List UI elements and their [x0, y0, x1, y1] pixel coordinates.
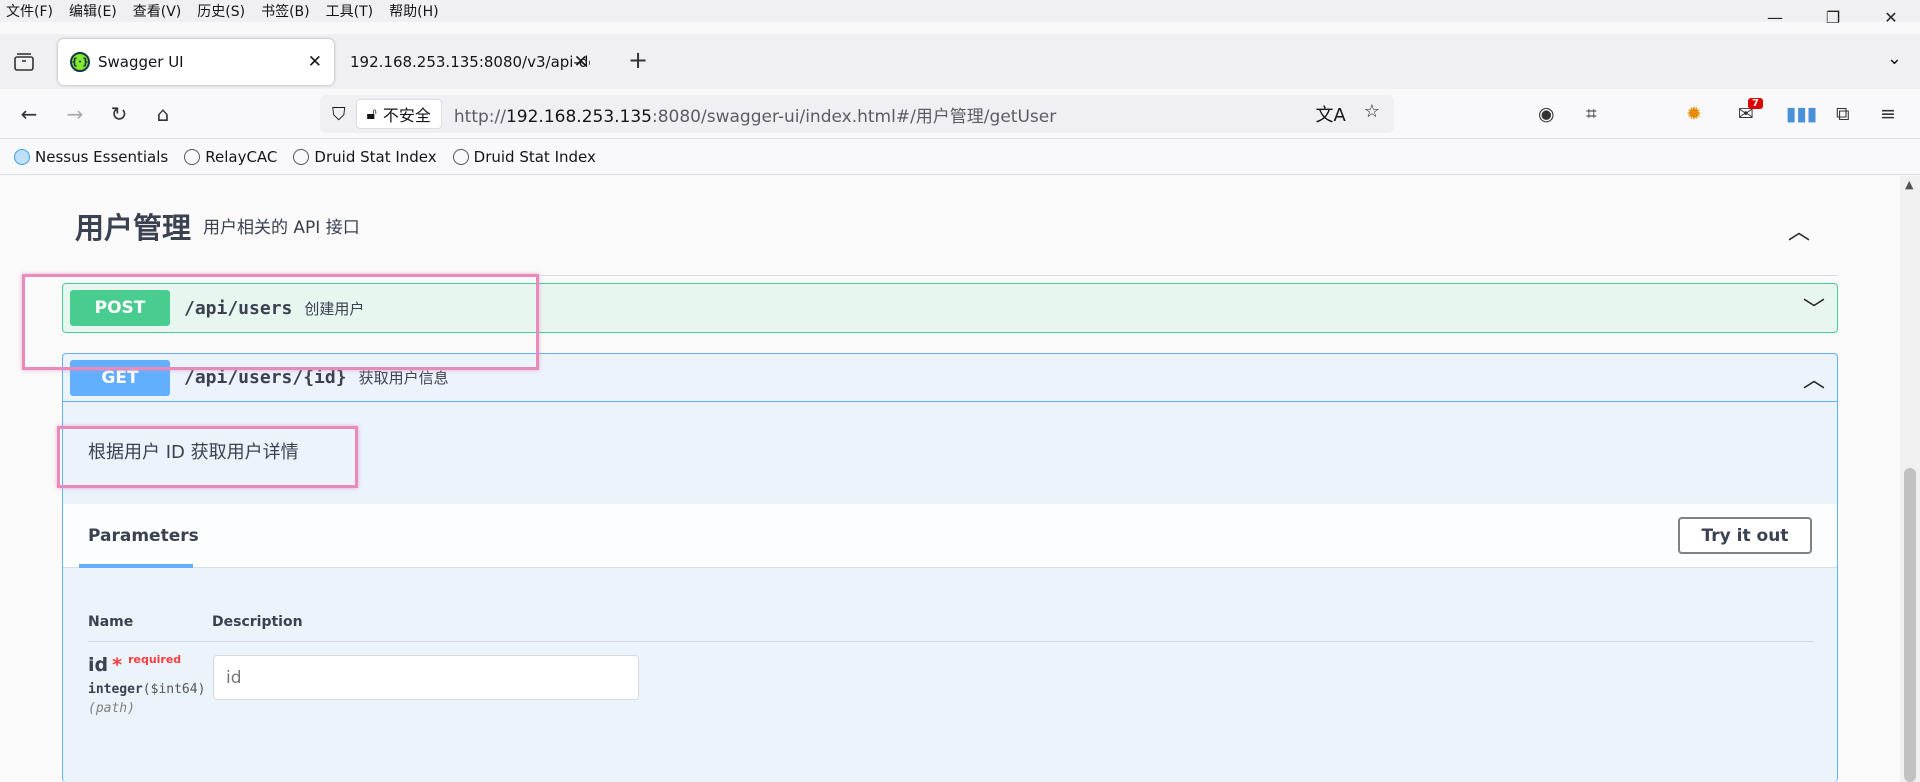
- tracking-shield-icon[interactable]: ⛉: [332, 104, 346, 125]
- nessus-icon: [14, 149, 30, 165]
- menu-edit[interactable]: 编辑(E): [69, 1, 117, 21]
- tag-name: 用户管理: [75, 210, 192, 245]
- parameter-name: id * required: [88, 653, 182, 676]
- bookmark-star-icon[interactable]: ☆: [1364, 101, 1380, 127]
- tab-parameters[interactable]: Parameters: [88, 526, 199, 546]
- menu-help[interactable]: 帮助(H): [389, 1, 438, 21]
- required-star: *: [112, 654, 123, 676]
- reload-button[interactable]: ↻: [104, 99, 134, 129]
- operation-post-users[interactable]: POST /api/users 创建用户 ﹀: [62, 283, 1838, 333]
- page-content: 用户管理 用户相关的 API 接口 ︿ POST /api/users 创建用户…: [0, 176, 1900, 782]
- parameter-row-id: id * required integer($int64) (path): [88, 653, 206, 716]
- operation-get-user: GET /api/users/{id} 获取用户信息 ︿ 根据用户 ID 获取用…: [62, 353, 1838, 782]
- menu-file[interactable]: 文件(F): [6, 1, 53, 21]
- method-badge-post: POST: [70, 290, 170, 326]
- swagger-favicon-icon: {·}: [70, 52, 90, 72]
- parameters-header: Parameters Try it out: [63, 504, 1837, 568]
- forward-button[interactable]: →: [60, 99, 90, 129]
- column-description: Description: [212, 614, 303, 630]
- operation-path: /api/users/{id}: [184, 367, 347, 388]
- operation-description: 根据用户 ID 获取用户详情: [88, 442, 299, 463]
- chevron-up-icon[interactable]: ︿: [1803, 362, 1825, 394]
- extension-chart-icon[interactable]: ▮▮▮: [1786, 103, 1817, 125]
- scrollbar-thumb[interactable]: [1904, 468, 1916, 782]
- globe-icon: [293, 149, 310, 165]
- id-input[interactable]: [213, 655, 639, 700]
- bookmark-nessus[interactable]: Nessus Essentials: [14, 148, 168, 166]
- screenshot-crop-icon[interactable]: ⌗: [1586, 103, 1597, 125]
- window-controls: — ❐ ✕: [1746, 0, 1920, 34]
- menu-history[interactable]: 历史(S): [197, 1, 245, 21]
- bookmarks-toolbar: Nessus Essentials RelayCAC Druid Stat In…: [0, 140, 1920, 175]
- tab-title: Swagger UI: [98, 53, 184, 71]
- home-button[interactable]: ⌂: [148, 99, 178, 129]
- url-text[interactable]: http://192.168.253.135:8080/swagger-ui/i…: [454, 102, 1056, 127]
- bookmark-druid-2[interactable]: Druid Stat Index: [452, 148, 596, 166]
- new-tab-button[interactable]: +: [628, 46, 648, 74]
- close-tab-icon[interactable]: ✕: [574, 52, 588, 72]
- restore-button[interactable]: ❐: [1804, 0, 1862, 34]
- translate-icon[interactable]: 文A: [1316, 101, 1346, 127]
- chevron-down-icon[interactable]: ﹀: [1803, 292, 1825, 324]
- navigation-toolbar: ← → ↻ ⌂ ⛉ 🔓︎ 不安全 http://192.168.253.135:8…: [0, 89, 1920, 139]
- extensions-puzzle-icon[interactable]: ⧉: [1836, 103, 1850, 125]
- required-label: required: [128, 653, 182, 666]
- notification-count-badge: 7: [1748, 98, 1763, 109]
- bookmark-relaycac[interactable]: RelayCAC: [184, 148, 277, 166]
- close-tab-icon[interactable]: ✕: [308, 52, 322, 72]
- app-menu-icon[interactable]: ≡: [1880, 103, 1896, 125]
- tab-title: 192.168.253.135:8080/v3/api-doc: [350, 53, 590, 71]
- menu-bar: 文件(F) 编辑(E) 查看(V) 历史(S) 书签(B) 工具(T) 帮助(H…: [0, 0, 1920, 22]
- back-button[interactable]: ←: [14, 99, 44, 129]
- bookmark-druid-1[interactable]: Druid Stat Index: [293, 148, 437, 166]
- scroll-up-arrow-icon[interactable]: ▲: [1905, 178, 1913, 191]
- menu-bookmarks[interactable]: 书签(B): [261, 1, 310, 21]
- minimize-button[interactable]: —: [1746, 0, 1804, 34]
- operation-summary: 获取用户信息: [358, 369, 449, 387]
- insecure-connection-badge[interactable]: 🔓︎ 不安全: [355, 99, 442, 129]
- globe-icon: [452, 149, 469, 165]
- tag-description: 用户相关的 API 接口: [203, 218, 360, 238]
- insecure-label: 不安全: [382, 106, 431, 125]
- column-name: Name: [88, 614, 134, 630]
- parameter-type: integer($int64): [88, 682, 206, 697]
- operation-summary-bar[interactable]: GET /api/users/{id} 获取用户信息 ︿: [63, 354, 1837, 402]
- vertical-scrollbar[interactable]: ▲: [1900, 176, 1920, 782]
- parameter-location: (path): [88, 701, 135, 716]
- tab-api-docs[interactable]: 192.168.253.135:8080/v3/api-doc ✕: [338, 39, 600, 85]
- account-icon[interactable]: ◉: [1538, 103, 1555, 125]
- tab-swagger-ui[interactable]: {·} Swagger UI ✕: [58, 39, 334, 85]
- lock-broken-icon: 🔓︎: [366, 104, 377, 123]
- sidebar-toggle-icon[interactable]: [12, 50, 36, 74]
- close-window-button[interactable]: ✕: [1862, 0, 1920, 34]
- extension-fox-icon[interactable]: ✹: [1686, 103, 1702, 125]
- globe-icon: [184, 149, 201, 165]
- try-it-out-button[interactable]: Try it out: [1678, 517, 1812, 554]
- menu-tools[interactable]: 工具(T): [326, 1, 373, 21]
- active-tab-underline: [79, 564, 193, 568]
- list-tabs-chevron-icon[interactable]: ⌄: [1887, 48, 1902, 69]
- parameters-table-header: Name Description: [88, 608, 1814, 642]
- operation-summary: 创建用户: [304, 299, 365, 318]
- method-badge-get: GET: [70, 359, 170, 396]
- chevron-up-icon[interactable]: ︿: [1788, 214, 1810, 246]
- tab-bar: {·} Swagger UI ✕ 192.168.253.135:8080/v3…: [0, 34, 1920, 89]
- operation-path: /api/users: [184, 297, 293, 319]
- menu-view[interactable]: 查看(V): [133, 1, 182, 21]
- url-bar[interactable]: ⛉ 🔓︎ 不安全 http://192.168.253.135:8080/swag…: [320, 95, 1394, 133]
- tag-section-header[interactable]: 用户管理 用户相关的 API 接口 ︿: [75, 176, 1838, 276]
